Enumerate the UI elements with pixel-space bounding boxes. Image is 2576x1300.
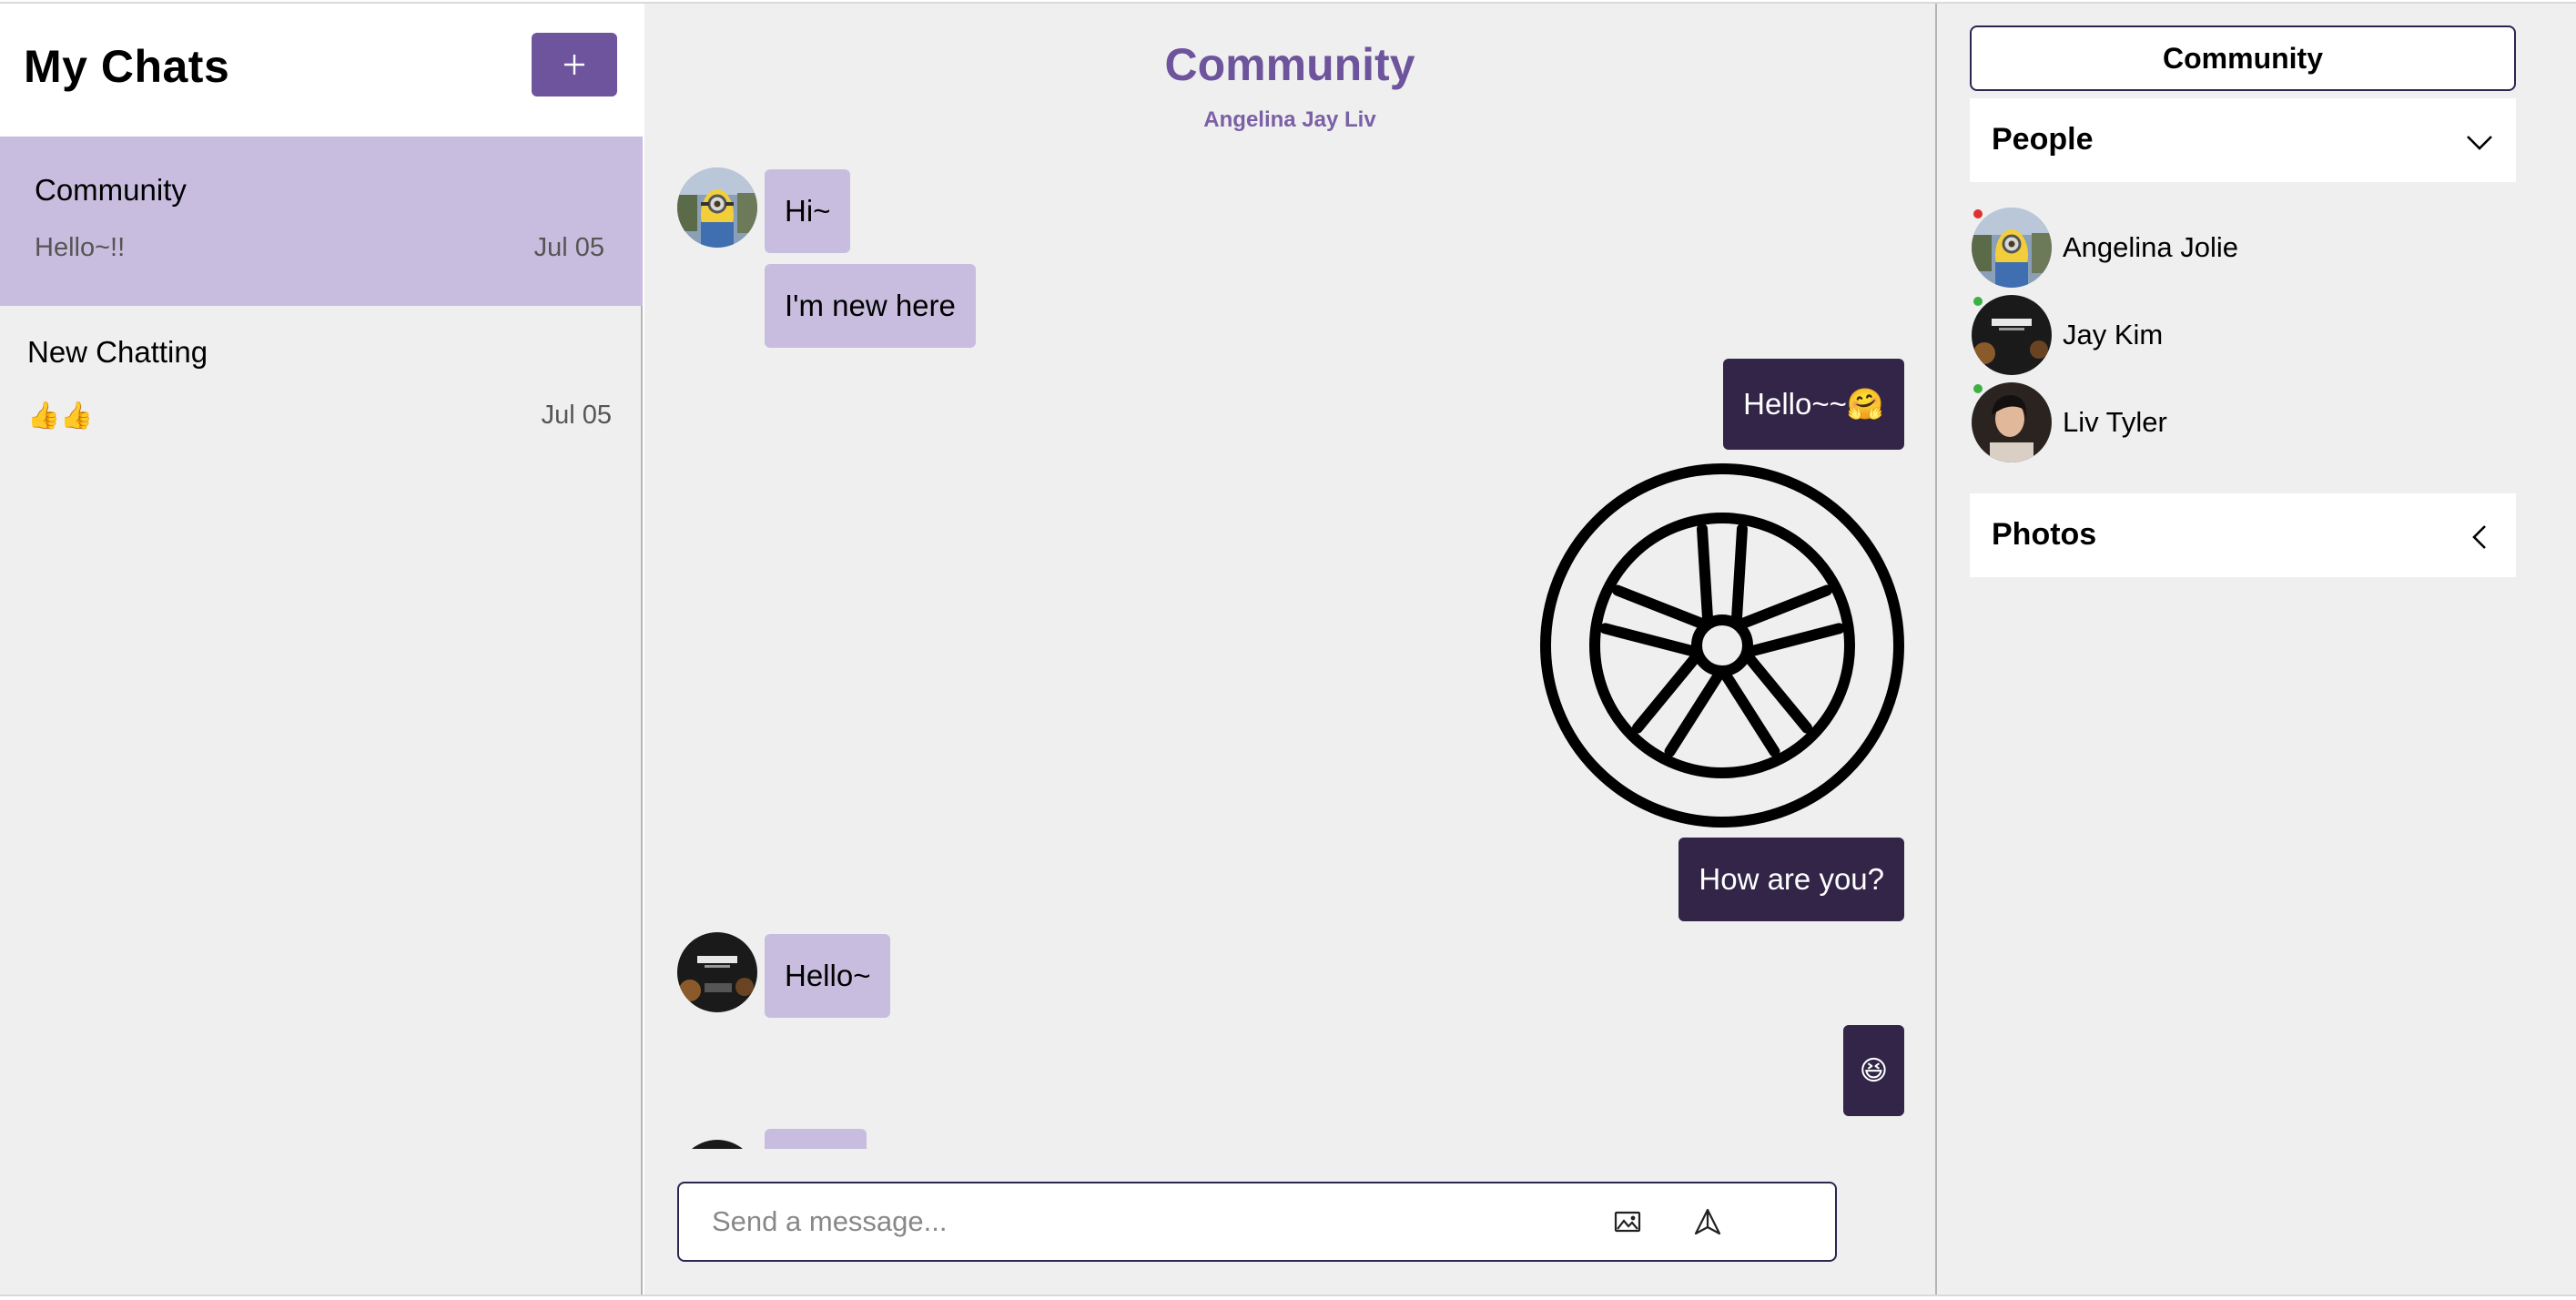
chat-main: Community Angelina Jay Liv Hi~ I'm new h… [644,4,1935,1295]
chevron-down-icon [2467,136,2492,150]
send-icon[interactable] [1693,1207,1722,1236]
avatar-image [1972,208,2052,288]
message-bubble-incoming: Hi~ [765,169,851,253]
message-list[interactable]: Hi~ I'm new here Hello~~🤗 How are you? H… [644,158,1935,1149]
chat-list-sidebar: My Chats Community Hello~!! Jul 05 New C… [0,4,643,1295]
chat-item-preview: Hello~!! [35,233,126,262]
message-input[interactable] [712,1183,1586,1260]
chat-members: Angelina Jay Liv [1203,107,1376,132]
chat-item-preview: 👍👍 [27,401,94,431]
chat-list-item-community[interactable]: Community Hello~!! Jul 05 [0,137,643,306]
people-section-header[interactable]: People [1970,98,2516,182]
room-name-button[interactable]: Community [1970,25,2516,91]
avatar [1972,295,2052,375]
message-bubble-outgoing: Hello~~🤗 [1723,359,1904,450]
person-item[interactable]: Liv Tyler [1972,382,2481,464]
chat-info-panel: Community People Angelina Jolie Jay Kim … [1935,4,2576,1295]
chat-item-title: New Chatting [27,335,208,369]
image-icon[interactable] [1613,1207,1642,1236]
person-item[interactable]: Jay Kim [1972,295,2481,377]
new-chat-button[interactable] [532,33,617,96]
avatar-image [677,168,757,248]
photos-section-label: Photos [1992,517,2097,552]
chat-app: My Chats Community Hello~!! Jul 05 New C… [0,2,2576,1296]
sender-avatar[interactable] [677,168,757,248]
message-bubble-incoming [765,1129,867,1149]
avatar-image [1972,295,2052,375]
message-composer [677,1182,1837,1262]
avatar-image [1972,382,2052,462]
person-name: Angelina Jolie [2063,231,2239,263]
person-name: Liv Tyler [2063,406,2167,438]
message-bubble-incoming: Hello~ [765,934,891,1018]
status-indicator [1973,384,1983,393]
people-section-label: People [1992,122,2094,157]
avatar [1972,208,2052,288]
chevron-left-icon [2472,525,2486,549]
chat-item-date: Jul 05 [533,233,604,262]
avatar-image [677,1140,757,1149]
plus-icon [564,55,584,75]
chat-item-title: Community [35,173,187,207]
avatar-image [677,932,757,1012]
chat-list-item-new-chatting[interactable]: New Chatting 👍👍 Jul 05 [0,306,643,475]
photos-section-header[interactable]: Photos [1970,493,2516,577]
person-name: Jay Kim [2063,319,2164,350]
status-indicator [1973,297,1983,306]
sender-avatar[interactable] [677,932,757,1012]
person-item[interactable]: Angelina Jolie [1972,208,2481,289]
sidebar-header: My Chats [0,4,643,137]
message-bubble-outgoing: How are you? [1678,838,1904,921]
chat-title: Community [1164,39,1415,90]
message-image[interactable] [1538,462,1906,829]
sidebar-title: My Chats [24,41,230,92]
sender-avatar[interactable] [677,1140,757,1149]
status-indicator [1973,209,1983,218]
wheel-icon [1540,463,1904,828]
chat-item-date: Jul 05 [541,401,612,430]
avatar [1972,382,2052,462]
message-bubble-incoming: I'm new here [765,264,976,348]
message-bubble-outgoing: 😆 [1842,1025,1904,1116]
